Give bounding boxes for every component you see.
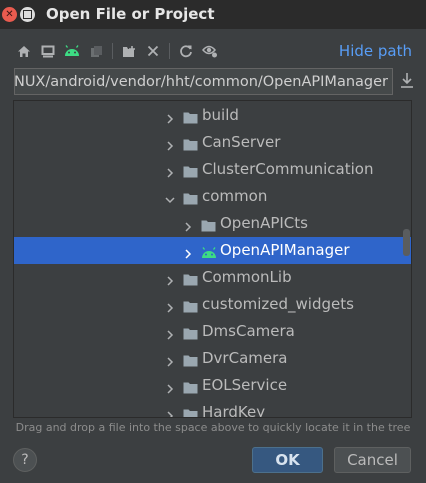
tree-node-label: OpenAPICts <box>220 214 308 232</box>
delete-icon[interactable] <box>141 39 165 63</box>
tree-node[interactable]: HardKey <box>14 399 411 418</box>
tree-node[interactable]: DmsCamera <box>14 318 411 345</box>
folder-icon <box>201 217 216 232</box>
tree-node[interactable]: OpenAPIManager <box>14 237 411 264</box>
tree-node-label: OpenAPIManager <box>220 241 350 259</box>
hide-path-link[interactable]: Hide path <box>339 42 412 60</box>
window-close-button[interactable]: ✕ <box>2 7 17 22</box>
tree-scrollbar-thumb[interactable] <box>403 229 410 256</box>
chevron-right-icon[interactable] <box>164 137 176 151</box>
desktop-icon[interactable] <box>36 39 60 63</box>
home-icon[interactable] <box>12 39 36 63</box>
tree-node[interactable]: CommonLib <box>14 264 411 291</box>
folder-icon <box>183 406 198 417</box>
window-maximize-button[interactable] <box>20 7 35 22</box>
tree-node-label: HardKey <box>202 403 266 418</box>
chevron-right-icon[interactable] <box>164 407 176 417</box>
show-hidden-icon[interactable] <box>198 39 222 63</box>
module-icon[interactable] <box>84 39 108 63</box>
toolbar-separator <box>112 43 113 59</box>
chevron-right-icon[interactable] <box>182 245 194 259</box>
folder-icon <box>183 352 198 367</box>
chevron-right-icon[interactable] <box>164 164 176 178</box>
folder-icon <box>183 109 198 124</box>
folder-icon <box>183 136 198 151</box>
ok-button[interactable]: OK <box>252 447 323 473</box>
tree-node-label: CommonLib <box>202 268 292 286</box>
android-icon <box>201 244 216 258</box>
title-bar: ✕ Open File or Project <box>0 0 426 29</box>
help-button[interactable]: ? <box>13 448 37 472</box>
tree-node[interactable]: OpenAPICts <box>14 210 411 237</box>
folder-icon <box>183 190 198 205</box>
tree-node-label: EOLService <box>202 376 288 394</box>
folder-icon <box>183 298 198 313</box>
tree-node[interactable]: ClusterCommunication <box>14 156 411 183</box>
tree-node-label: customized_widgets <box>202 295 354 313</box>
new-folder-icon[interactable] <box>117 39 141 63</box>
tree-node-label: DmsCamera <box>202 322 295 340</box>
drag-drop-hint: Drag and drop a file into the space abov… <box>15 421 411 434</box>
tree-node-label: CanServer <box>202 133 281 151</box>
tree-node-label: common <box>202 187 268 205</box>
tree-node-label: build <box>202 106 239 124</box>
chevron-right-icon[interactable] <box>164 272 176 286</box>
file-tree[interactable]: build CanServer ClusterCommunication common… <box>13 100 412 418</box>
folder-icon <box>183 163 198 178</box>
folder-icon <box>183 271 198 286</box>
tree-node[interactable]: DvrCamera <box>14 345 411 372</box>
tree-node[interactable]: CanServer <box>14 129 411 156</box>
chevron-right-icon[interactable] <box>164 326 176 340</box>
android-project-icon[interactable] <box>60 39 84 63</box>
chevron-right-icon[interactable] <box>164 110 176 124</box>
chevron-right-icon[interactable] <box>164 380 176 394</box>
chevron-right-icon[interactable] <box>182 218 194 232</box>
tree-node[interactable]: build <box>14 102 411 129</box>
refresh-icon[interactable] <box>174 39 198 63</box>
window-title: Open File or Project <box>46 5 215 23</box>
tree-node[interactable]: common <box>14 183 411 210</box>
folder-icon <box>183 325 198 340</box>
download-icon[interactable] <box>397 70 417 92</box>
chevron-right-icon[interactable] <box>164 299 176 313</box>
folder-icon <box>183 379 198 394</box>
cancel-button[interactable]: Cancel <box>334 447 411 473</box>
tree-node[interactable]: customized_widgets <box>14 291 411 318</box>
path-input[interactable]: NUX/android/vendor/hht/common/OpenAPIMan… <box>14 68 393 95</box>
chevron-down-icon[interactable] <box>164 191 176 204</box>
tree-node-label: ClusterCommunication <box>202 160 374 178</box>
tree-node-label: DvrCamera <box>202 349 288 367</box>
path-value: NUX/android/vendor/hht/common/OpenAPIMan… <box>14 73 388 90</box>
chevron-right-icon[interactable] <box>164 353 176 367</box>
toolbar-separator <box>169 43 170 59</box>
tree-node[interactable]: EOLService <box>14 372 411 399</box>
